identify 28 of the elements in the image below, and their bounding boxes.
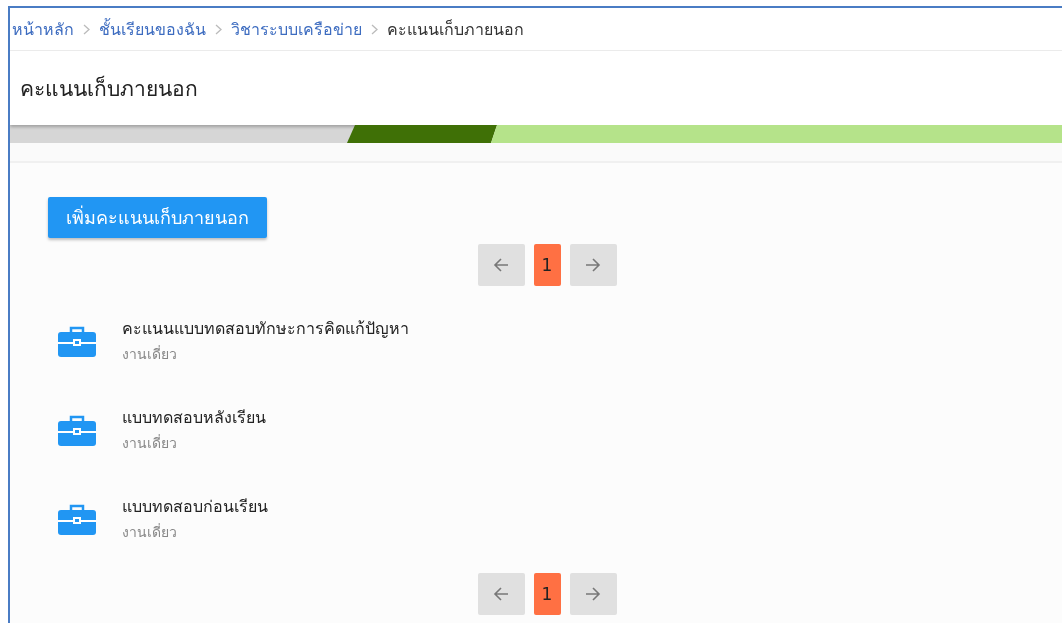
chevron-right-icon <box>83 23 90 35</box>
next-page-button[interactable] <box>569 573 617 615</box>
arrow-right-icon <box>585 258 601 272</box>
previous-page-button[interactable] <box>477 573 525 615</box>
chevron-right-icon <box>371 23 378 35</box>
page-number-button[interactable]: 1 <box>533 573 561 615</box>
item-title[interactable]: คะแนนแบบทดสอบทักษะการคิดแก้ปัญหา <box>122 316 409 341</box>
briefcase-icon <box>58 413 96 446</box>
page-title: คะแนนเก็บภายนอก <box>20 74 198 103</box>
briefcase-icon <box>58 324 96 357</box>
arrow-right-icon <box>585 587 601 601</box>
add-score-button[interactable]: เพิ่มคะแนนเก็บภายนอก <box>48 197 267 238</box>
item-title[interactable]: แบบทดสอบก่อนเรียน <box>122 494 268 519</box>
breadcrumb-link[interactable]: วิชาระบบเครือข่าย <box>231 16 362 42</box>
arrow-left-icon <box>493 587 509 601</box>
item-subtitle: งานเดี่ยว <box>122 344 178 364</box>
arrow-left-icon <box>493 258 509 272</box>
item-title[interactable]: แบบทดสอบหลังเรียน <box>122 405 266 430</box>
breadcrumb-link[interactable]: หน้าหลัก <box>12 16 74 42</box>
item-subtitle: งานเดี่ยว <box>122 433 178 453</box>
previous-page-button[interactable] <box>477 244 525 286</box>
briefcase-icon <box>58 502 96 535</box>
breadcrumb-current: คะแนนเก็บภายนอก <box>387 18 524 41</box>
breadcrumb-link[interactable]: ชั้นเรียนของฉัน <box>99 16 206 42</box>
chevron-right-icon <box>215 23 222 35</box>
next-page-button[interactable] <box>569 244 617 286</box>
item-subtitle: งานเดี่ยว <box>122 522 178 542</box>
page-number-button[interactable]: 1 <box>533 244 561 286</box>
